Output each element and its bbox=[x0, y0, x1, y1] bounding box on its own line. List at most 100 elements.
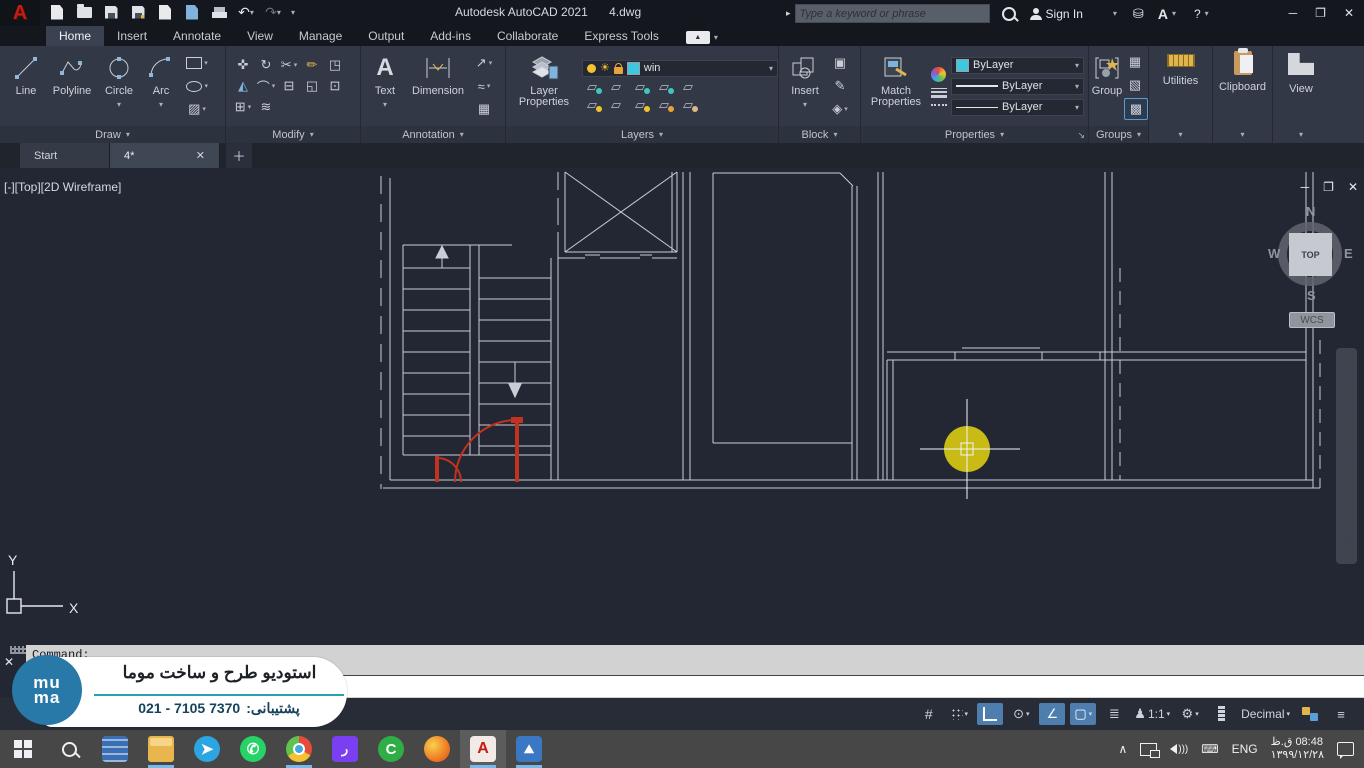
zoom-extents-icon[interactable]: ⊕ bbox=[1341, 449, 1351, 463]
keyboard-icon[interactable]: ⌨ bbox=[1201, 742, 1218, 756]
arc-button[interactable]: Arc ▾ bbox=[142, 49, 180, 123]
viewcube-top-face[interactable]: TOP bbox=[1289, 233, 1332, 276]
drawing-minimize-button[interactable]: ─ bbox=[1301, 180, 1310, 194]
stretch-icon[interactable]: ◱ bbox=[301, 76, 323, 96]
viewcube-east[interactable]: E bbox=[1344, 246, 1353, 261]
ribbon-tab-output[interactable]: Output bbox=[355, 26, 417, 46]
linetype-icon[interactable] bbox=[931, 104, 947, 106]
door-block[interactable] bbox=[437, 417, 523, 482]
taskbar-app-autocad[interactable]: A bbox=[460, 730, 506, 768]
restore-button[interactable]: ❐ bbox=[1315, 6, 1326, 20]
draw-panel-label[interactable]: Draw ▾ bbox=[0, 126, 225, 143]
help-icon[interactable]: ? bbox=[1194, 7, 1201, 21]
layer-lock-icon[interactable]: ▱ bbox=[654, 79, 674, 95]
properties-panel-label[interactable]: Properties ▾ ↘ bbox=[861, 126, 1088, 143]
annotation-monitor-icon[interactable] bbox=[1208, 703, 1234, 725]
ellipse-tool-icon[interactable]: ▾ bbox=[186, 76, 208, 96]
showmotion-icon[interactable]: ⊞ bbox=[1341, 531, 1351, 545]
customization-menu-icon[interactable]: ≡ bbox=[1328, 703, 1354, 725]
snap-mode-toggle[interactable]: ▾ bbox=[946, 703, 972, 725]
taskbar-app-chrome[interactable] bbox=[276, 730, 322, 768]
trim-icon[interactable]: ✂▾ bbox=[278, 55, 300, 75]
lineweight-combo[interactable]: ByLayer ▾ bbox=[951, 78, 1084, 95]
drawing-canvas[interactable]: [-][Top][2D Wireframe] ─ ❐ ✕ N W E S TOP… bbox=[0, 168, 1364, 645]
copy-icon[interactable]: ◳ bbox=[324, 55, 346, 75]
utilities-panel-caret[interactable]: ▾ bbox=[1149, 126, 1212, 143]
redo-icon[interactable]: ↷▾ bbox=[264, 3, 282, 21]
block-panel-label[interactable]: Block ▾ bbox=[779, 126, 860, 143]
sign-in-button[interactable]: Sign In bbox=[1030, 7, 1083, 21]
volume-icon[interactable]: ))) bbox=[1170, 744, 1188, 755]
taskbar-app-telegram[interactable]: ➤ bbox=[184, 730, 230, 768]
object-snap-tracking-toggle[interactable]: ∠ bbox=[1039, 703, 1065, 725]
scale-icon[interactable]: ⊡ bbox=[324, 76, 346, 96]
array-icon[interactable]: ⊞▾ bbox=[232, 97, 254, 117]
match-properties-button[interactable]: Match Properties bbox=[865, 49, 927, 123]
ribbon-tab-home[interactable]: Home bbox=[46, 26, 104, 46]
insert-caret[interactable]: ▾ bbox=[803, 100, 807, 109]
ribbon-tab-addins[interactable]: Add-ins bbox=[417, 26, 484, 46]
new-drawing-tab-button[interactable]: ＋ bbox=[226, 143, 252, 168]
units-control[interactable]: Decimal ▾ bbox=[1239, 703, 1292, 725]
polar-tracking-toggle[interactable]: ⊙▾ bbox=[1008, 703, 1034, 725]
taskbar-app-firefox[interactable] bbox=[414, 730, 460, 768]
ribbon-display-caret[interactable]: ▾ bbox=[714, 33, 718, 42]
block-attributes-icon[interactable]: ◈▾ bbox=[829, 99, 851, 119]
ribbon-tab-manage[interactable]: Manage bbox=[286, 26, 355, 46]
file-tab-start[interactable]: Start bbox=[20, 143, 110, 168]
ribbon-tab-express-tools[interactable]: Express Tools bbox=[571, 26, 671, 46]
polyline-button[interactable]: Polyline bbox=[48, 49, 96, 123]
grid-display-toggle[interactable]: # bbox=[915, 703, 941, 725]
layer-thaw-all-icon[interactable]: ▱ bbox=[678, 97, 698, 113]
taskbar-search-button[interactable] bbox=[46, 730, 92, 768]
help-caret[interactable]: ▾ bbox=[1205, 9, 1209, 18]
explode-icon[interactable]: ⊟ bbox=[278, 76, 300, 96]
tray-clock[interactable]: 08:48 ق.ظ ۱۳۹۹/۱۲/۲۸ bbox=[1271, 736, 1324, 762]
autocad-app-menu-icon[interactable]: A bbox=[0, 0, 40, 26]
app-store-cart-icon[interactable]: ⛁ bbox=[1133, 6, 1144, 22]
orbit-icon[interactable]: ↻ bbox=[1341, 490, 1351, 504]
create-block-icon[interactable]: ▣ bbox=[829, 53, 851, 73]
plot-icon[interactable] bbox=[210, 3, 228, 21]
erase-icon[interactable]: ✏ bbox=[301, 55, 323, 75]
viewcube-west[interactable]: W bbox=[1268, 246, 1280, 261]
search-input[interactable] bbox=[795, 4, 990, 23]
autodesk-caret[interactable]: ▾ bbox=[1172, 9, 1176, 18]
circle-caret[interactable]: ▾ bbox=[117, 100, 121, 109]
viewcube-north[interactable]: N bbox=[1306, 204, 1315, 219]
start-button[interactable] bbox=[0, 730, 46, 768]
properties-dialog-launcher[interactable]: ↘ bbox=[1077, 130, 1085, 141]
layer-combo-caret[interactable]: ▾ bbox=[769, 64, 773, 73]
search-flyout-icon[interactable]: ▸ bbox=[786, 8, 791, 19]
ribbon-tab-collaborate[interactable]: Collaborate bbox=[484, 26, 571, 46]
multileader-icon[interactable]: ≈▾ bbox=[473, 76, 495, 96]
modify-panel-label[interactable]: Modify ▾ bbox=[226, 126, 360, 143]
new-file-icon[interactable] bbox=[48, 3, 66, 21]
tray-chevron-icon[interactable]: ∧ bbox=[1118, 742, 1127, 756]
layer-properties-button[interactable]: Layer Properties bbox=[512, 49, 576, 123]
taskbar-app-rubika[interactable]: ر bbox=[322, 730, 368, 768]
ungroup-icon[interactable]: ▦ bbox=[1124, 52, 1146, 72]
network-icon[interactable] bbox=[1140, 743, 1157, 756]
groups-panel-label[interactable]: Groups ▾ bbox=[1089, 126, 1148, 143]
offset-icon[interactable]: ≋ bbox=[255, 97, 277, 117]
file-tab-close-icon[interactable]: ✕ bbox=[196, 149, 205, 162]
line-button[interactable]: Line bbox=[6, 49, 46, 123]
insert-block-button[interactable]: Insert ▾ bbox=[783, 49, 827, 123]
hatch-tool-icon[interactable]: ▨▾ bbox=[186, 99, 208, 119]
lineweight-display-toggle[interactable]: ≣ bbox=[1101, 703, 1127, 725]
layer-unlock-all-icon[interactable]: ▱ bbox=[654, 97, 674, 113]
fillet-icon[interactable]: ⌒▾ bbox=[255, 76, 277, 96]
save-to-web-mobile-icon[interactable] bbox=[156, 3, 174, 21]
layer-unisolate-icon[interactable]: ▱ bbox=[606, 79, 626, 95]
wcs-button[interactable]: WCS bbox=[1289, 312, 1335, 328]
group-selection-toggle-icon[interactable]: ▩ bbox=[1124, 98, 1148, 120]
open-file-icon[interactable] bbox=[75, 3, 93, 21]
taskbar-app-file-explorer[interactable] bbox=[138, 730, 184, 768]
layer-make-current-icon[interactable]: ▱ bbox=[678, 79, 698, 95]
annotation-scale-control[interactable]: ♟ 1:1 ▾ bbox=[1132, 703, 1172, 725]
layers-panel-label[interactable]: Layers ▾ bbox=[506, 126, 778, 143]
dimension-button[interactable]: Dimension bbox=[407, 49, 469, 123]
layer-off-icon[interactable]: ▱ bbox=[582, 97, 602, 113]
drawing-restore-button[interactable]: ❐ bbox=[1323, 180, 1334, 194]
